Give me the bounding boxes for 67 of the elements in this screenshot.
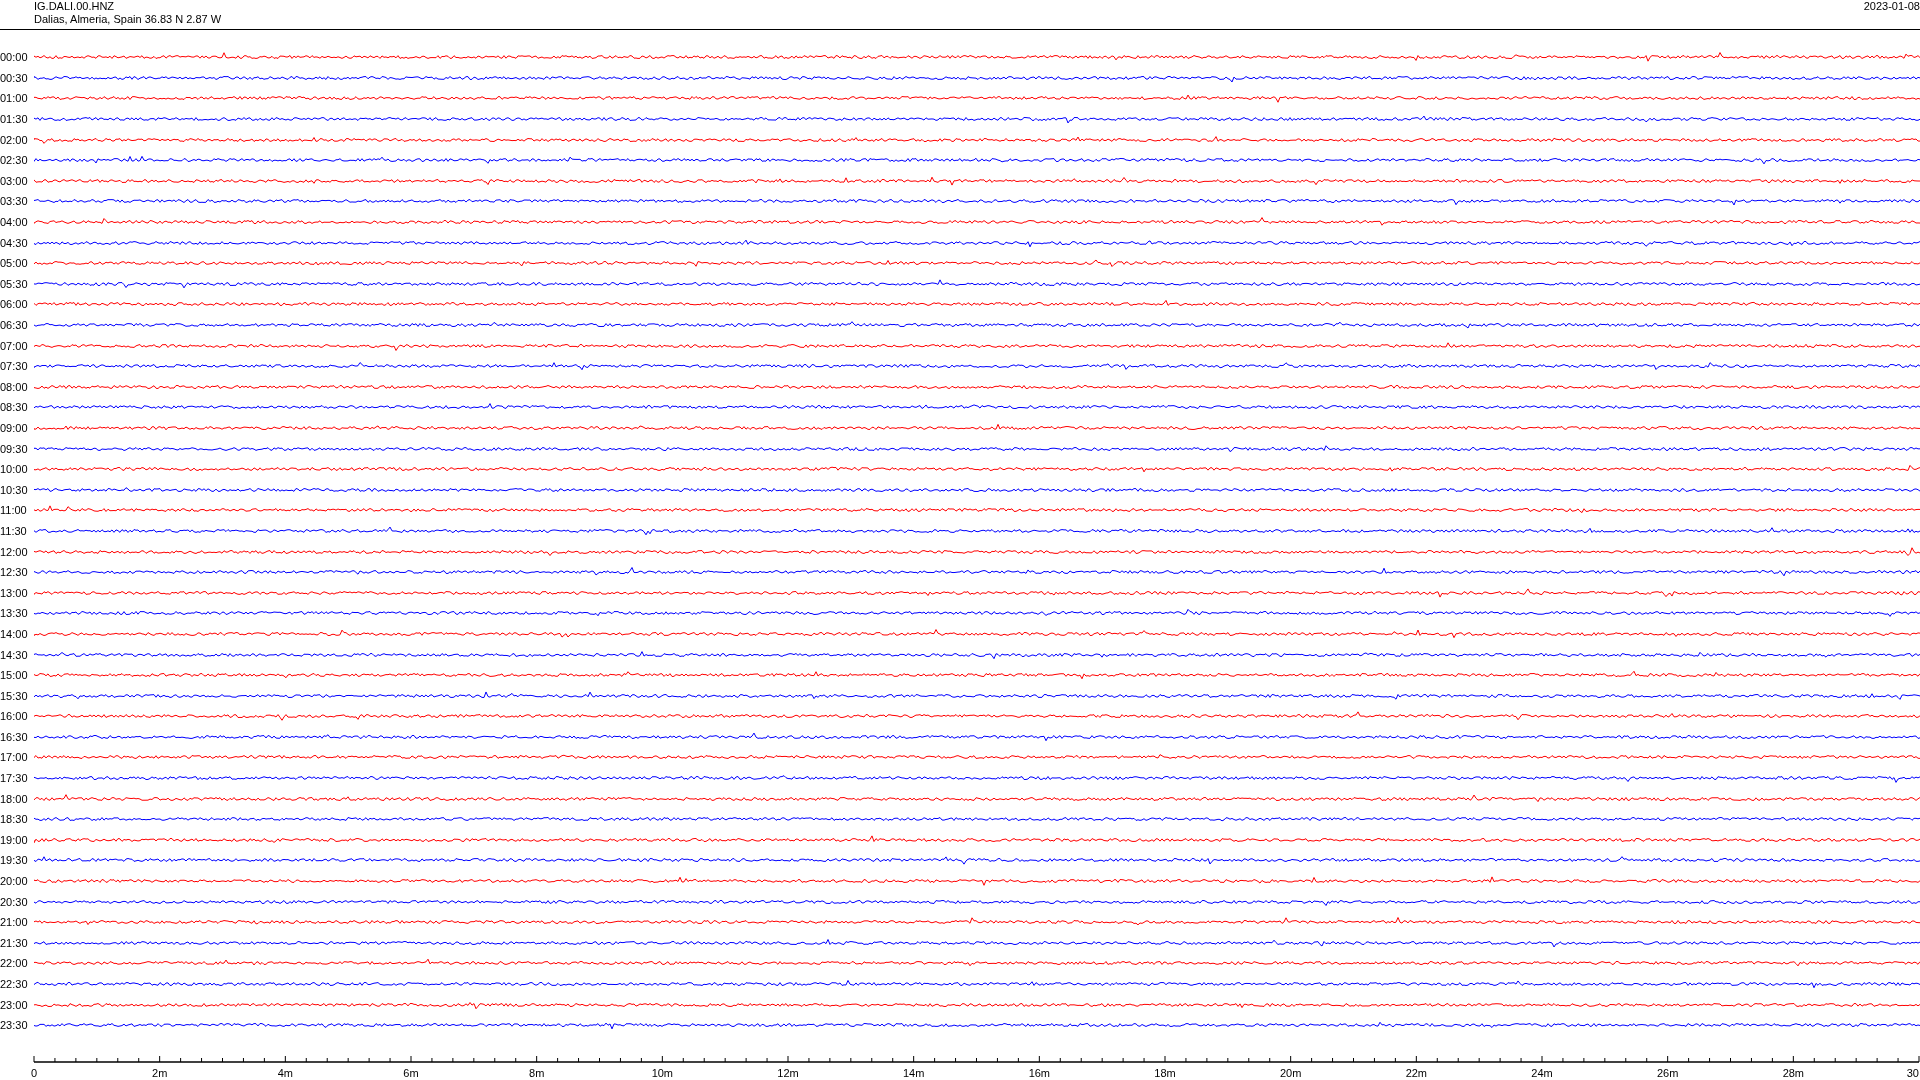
time-label: 19:30	[0, 854, 29, 867]
time-label: 10:00	[0, 463, 29, 476]
axis-label: 8m	[529, 1067, 545, 1079]
time-label: 15:30	[0, 689, 29, 702]
time-label: 18:00	[0, 792, 29, 805]
axis-label: 18m	[1154, 1067, 1176, 1079]
axis-label: 2m	[152, 1067, 168, 1079]
time-label: 08:00	[0, 380, 29, 393]
time-label: 02:30	[0, 154, 29, 167]
time-label: 01:30	[0, 113, 29, 126]
time-label: 06:00	[0, 298, 29, 311]
axis-label: 24m	[1531, 1067, 1553, 1079]
time-label: 00:30	[0, 71, 29, 84]
time-label: 05:00	[0, 257, 29, 270]
time-label: 15:00	[0, 669, 29, 682]
time-label: 17:30	[0, 772, 29, 785]
axis-label: 14m	[902, 1067, 925, 1079]
station-location: Dalias, Almeria, Spain 36.83 N 2.87 W	[34, 13, 222, 26]
station-code: IG.DALI.00.HNZ	[34, 0, 116, 13]
time-label: 21:00	[0, 916, 29, 929]
time-label: 13:30	[0, 607, 29, 620]
time-label: 12:30	[0, 566, 29, 579]
time-label: 03:30	[0, 195, 29, 208]
axis-label: 6m	[403, 1067, 419, 1079]
time-label: 23:00	[0, 998, 29, 1011]
date-label: 2023-01-08	[1863, 0, 1920, 13]
time-label: 09:30	[0, 442, 29, 455]
time-label: 10:30	[0, 483, 29, 496]
axis-label: 30	[1906, 1067, 1919, 1079]
time-label: 21:30	[0, 936, 29, 949]
axis-label: 22m	[1405, 1067, 1428, 1079]
time-label: 11:00	[0, 504, 28, 517]
axis-label: 20m	[1279, 1067, 1302, 1079]
time-label: 00:00	[0, 51, 29, 64]
time-label: 08:30	[0, 401, 29, 414]
time-label: 04:00	[0, 216, 29, 229]
time-label: 16:30	[0, 730, 29, 743]
axis-label: 16m	[1028, 1067, 1051, 1079]
axis-label: 10m	[651, 1067, 674, 1079]
axis-label: 4m	[277, 1067, 293, 1079]
time-label: 02:00	[0, 133, 29, 146]
axis-label: 0	[30, 1067, 38, 1079]
axis-label: 26m	[1656, 1067, 1679, 1079]
time-label: 23:30	[0, 1019, 29, 1032]
time-label: 06:30	[0, 319, 29, 331]
time-label: 01:00	[0, 92, 29, 105]
time-label: 19:00	[0, 833, 29, 846]
time-label: 20:30	[0, 895, 29, 908]
axis-label: 28m	[1782, 1067, 1805, 1079]
time-label: 14:00	[0, 627, 29, 640]
time-label: 20:00	[0, 875, 29, 888]
time-label: 07:00	[0, 339, 29, 352]
time-label: 05:30	[0, 277, 29, 290]
time-label: 14:30	[0, 648, 29, 661]
time-label: 11:30	[0, 524, 28, 537]
time-label: 18:30	[0, 813, 29, 826]
time-label: 17:00	[0, 751, 29, 764]
time-label: 22:00	[0, 957, 29, 970]
time-label: 13:00	[0, 586, 29, 599]
time-label: 22:30	[0, 978, 29, 990]
time-label: 16:00	[0, 710, 29, 723]
time-label: 12:00	[0, 545, 29, 558]
axis-label: 12m	[777, 1067, 799, 1079]
time-label: 09:00	[0, 422, 29, 434]
time-label: 03:00	[0, 174, 29, 187]
time-label: 04:30	[0, 236, 29, 249]
time-label: 07:30	[0, 360, 29, 373]
